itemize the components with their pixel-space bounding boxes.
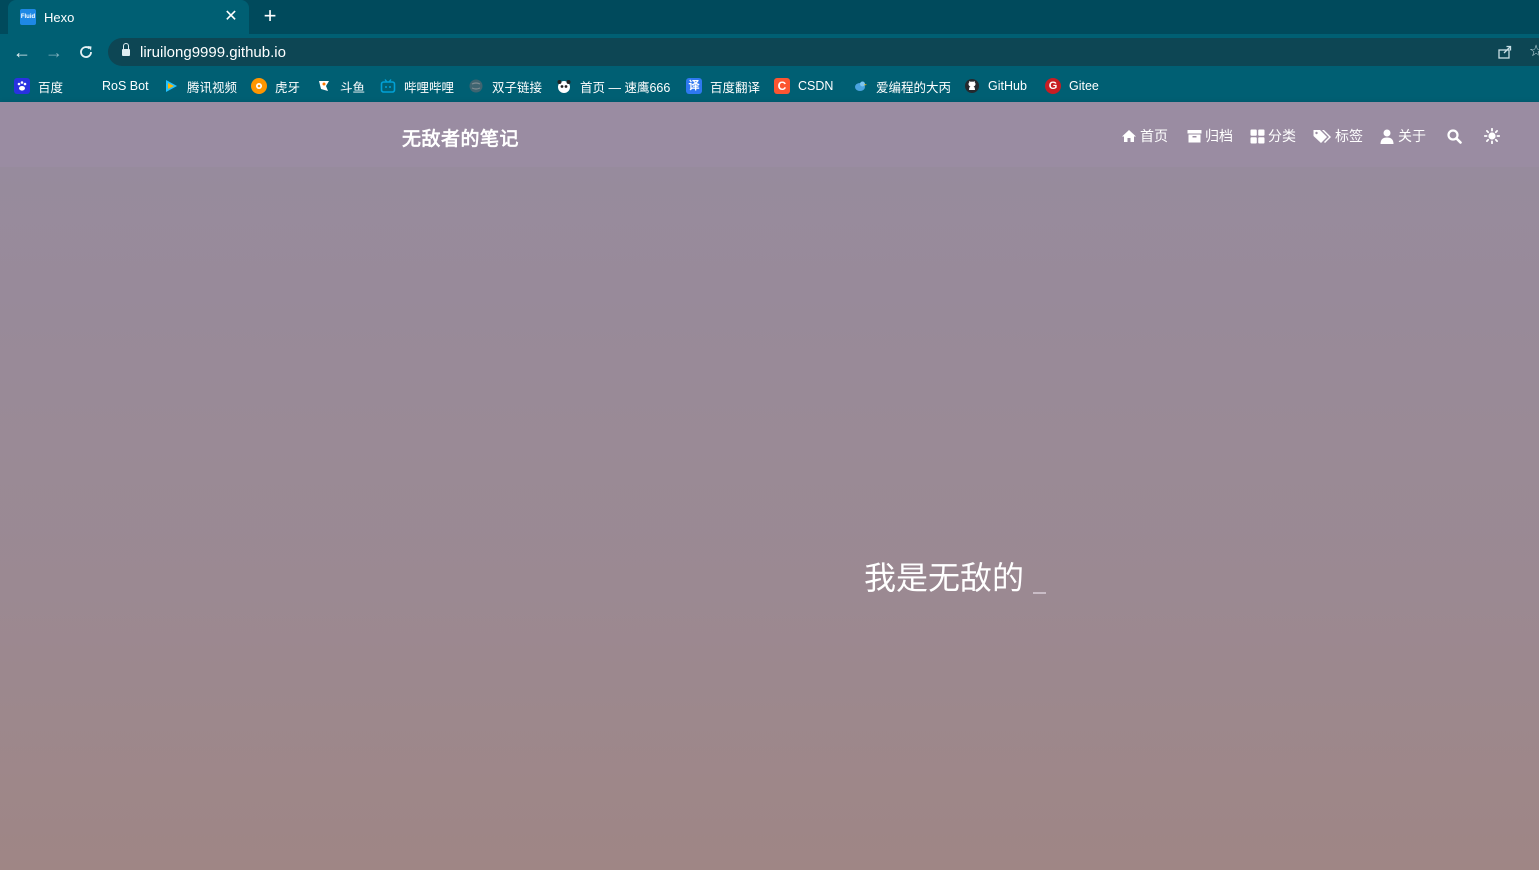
nav-theme-toggle[interactable] bbox=[1484, 126, 1503, 146]
user-icon bbox=[1379, 128, 1395, 144]
nav-search[interactable] bbox=[1446, 126, 1465, 146]
bookmark-label: RoS Bot bbox=[102, 79, 149, 93]
site-brand[interactable]: 无敌者的笔记 bbox=[402, 124, 519, 151]
address-bar[interactable]: liruilong9999.github.io bbox=[108, 38, 1539, 66]
bookmark-label: 双子链接 bbox=[492, 80, 543, 95]
baidu-translate-icon: 译 bbox=[686, 78, 702, 94]
bookmark-label: 腾讯视频 bbox=[187, 80, 238, 95]
reload-icon[interactable] bbox=[75, 41, 97, 63]
bookmark-label: 首页 — 速鹰666 bbox=[580, 80, 671, 95]
url-text: liruilong9999.github.io bbox=[140, 43, 286, 61]
bookmark-tencent-video[interactable]: 腾讯视频 bbox=[163, 76, 237, 96]
typing-cursor bbox=[1033, 592, 1047, 594]
github-icon bbox=[964, 78, 980, 94]
globe-icon bbox=[468, 78, 484, 94]
bookmark-huya[interactable]: 虎牙 bbox=[251, 76, 300, 96]
search-icon bbox=[1446, 128, 1462, 144]
hero-subtitle: 我是无敌的 bbox=[864, 553, 1047, 599]
hero-banner: 我是无敌的 bbox=[0, 167, 1539, 870]
bookmark-star-icon[interactable]: ☆ bbox=[1525, 41, 1539, 63]
bird-icon bbox=[852, 78, 868, 94]
browser-tab[interactable]: Fluid Hexo ✕ bbox=[8, 0, 249, 34]
nav-label: 归档 bbox=[1205, 128, 1233, 144]
nav-label: 首页 bbox=[1140, 128, 1168, 144]
bookmark-label: 爱编程的大丙 bbox=[876, 80, 952, 95]
bookmark-label: 哔哩哔哩 bbox=[404, 80, 455, 95]
tab-favicon-icon: Fluid bbox=[20, 9, 36, 25]
bookmark-bilibili[interactable]: 哔哩哔哩 bbox=[380, 76, 454, 96]
bookmark-label: Gitee bbox=[1069, 79, 1099, 93]
bookmark-csdn[interactable]: C CSDN bbox=[774, 76, 833, 96]
nav-label: 标签 bbox=[1335, 128, 1363, 144]
nav-label: 关于 bbox=[1398, 128, 1426, 144]
gitee-icon: G bbox=[1045, 78, 1061, 94]
bookmarks-bar: 百度 RoS Bot 腾讯视频 虎牙 斗鱼 哔哩哔哩 双子链接 首页 — 速鹰6… bbox=[0, 70, 1539, 102]
close-icon[interactable]: ✕ bbox=[223, 9, 239, 25]
nav-label: 分类 bbox=[1268, 128, 1296, 144]
forward-arrow-icon[interactable]: → bbox=[43, 41, 65, 63]
home-icon bbox=[1121, 128, 1137, 144]
baidu-paw-icon bbox=[14, 78, 30, 94]
browser-toolbar: ← → liruilong9999.github.io ☆ bbox=[0, 34, 1539, 70]
bookmark-douyu[interactable]: 斗鱼 bbox=[316, 76, 365, 96]
tencent-video-icon bbox=[163, 78, 179, 94]
nav-categories[interactable]: 分类 bbox=[1249, 126, 1296, 146]
nav-archive[interactable]: 归档 bbox=[1186, 126, 1233, 146]
bookmark-github[interactable]: GitHub bbox=[964, 76, 1027, 96]
bookmark-baidu[interactable]: 百度 bbox=[14, 76, 63, 96]
categories-icon bbox=[1249, 128, 1265, 144]
tab-title: Hexo bbox=[44, 9, 75, 25]
bookmark-label: GitHub bbox=[988, 79, 1027, 93]
share-icon[interactable] bbox=[1494, 41, 1516, 63]
sun-icon bbox=[1484, 128, 1500, 144]
bookmark-label: 斗鱼 bbox=[340, 80, 366, 95]
panda-icon bbox=[556, 78, 572, 94]
bilibili-icon bbox=[380, 78, 396, 94]
bookmark-label: 虎牙 bbox=[275, 80, 301, 95]
nav-about[interactable]: 关于 bbox=[1379, 126, 1426, 146]
douyu-icon bbox=[316, 78, 332, 94]
site-navbar: 无敌者的笔记 首页 归档 分类 标签 关于 bbox=[0, 102, 1539, 167]
bookmark-label: 百度 bbox=[38, 80, 64, 95]
back-arrow-icon[interactable]: ← bbox=[11, 41, 33, 63]
bookmark-gitee[interactable]: G Gitee bbox=[1045, 76, 1099, 96]
huya-icon bbox=[251, 78, 267, 94]
nav-tags[interactable]: 标签 bbox=[1313, 126, 1363, 146]
bookmark-baidu-translate[interactable]: 译 百度翻译 bbox=[686, 76, 760, 96]
bookmark-label: 百度翻译 bbox=[710, 80, 761, 95]
bookmark-ros-bot[interactable]: RoS Bot bbox=[102, 76, 149, 96]
bookmark-dabing[interactable]: 爱编程的大丙 bbox=[852, 76, 951, 96]
csdn-icon: C bbox=[774, 78, 790, 94]
tags-icon bbox=[1313, 128, 1332, 144]
archive-icon bbox=[1186, 128, 1202, 144]
hero-subtitle-text: 我是无敌的 bbox=[864, 560, 1025, 596]
new-tab-icon[interactable]: + bbox=[258, 5, 282, 28]
bookmark-suying666[interactable]: 首页 — 速鹰666 bbox=[556, 76, 670, 96]
bookmark-label: CSDN bbox=[798, 79, 834, 93]
bookmark-gemini-link[interactable]: 双子链接 bbox=[468, 76, 542, 96]
nav-home[interactable]: 首页 bbox=[1121, 126, 1168, 146]
lock-icon[interactable] bbox=[122, 43, 130, 57]
tab-strip: Fluid Hexo ✕ + bbox=[0, 0, 1539, 34]
